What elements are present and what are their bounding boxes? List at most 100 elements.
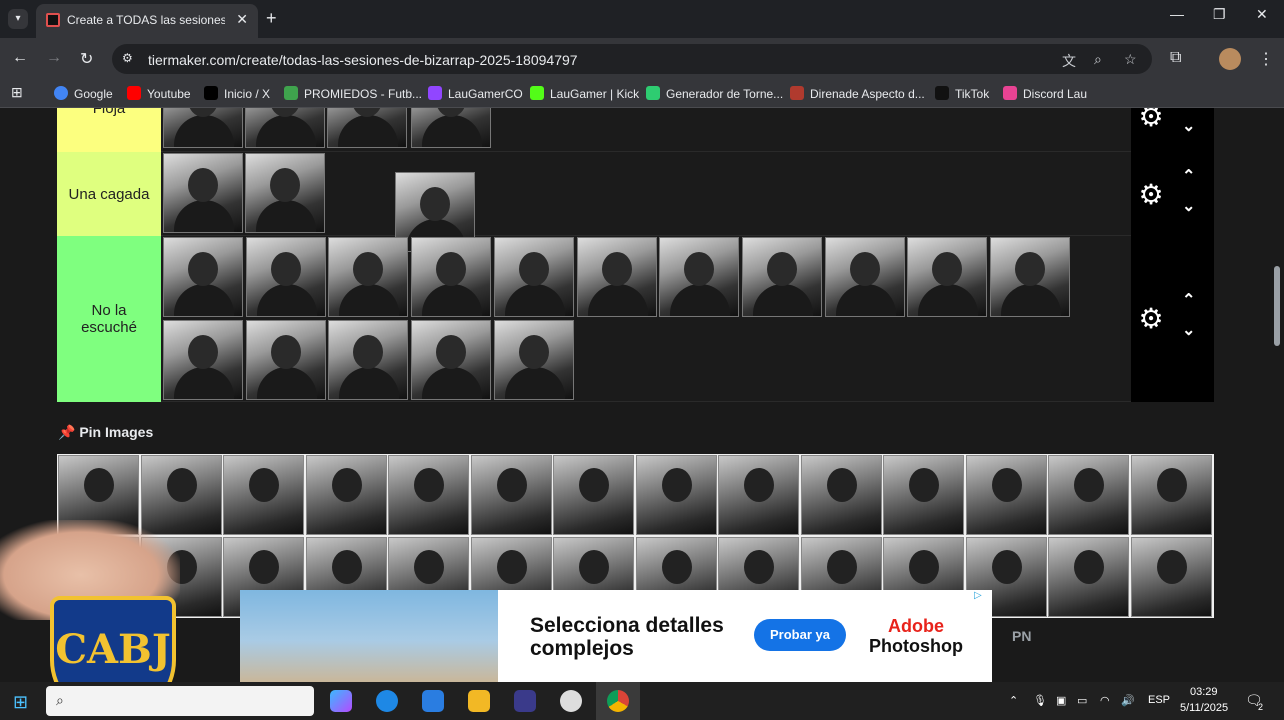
address-bar[interactable]: ⚙ tiermaker.com/create/todas-las-sesione…: [112, 44, 1152, 74]
language-indicator[interactable]: ESP: [1148, 694, 1170, 706]
tier-move-down-icon[interactable]: ⌄: [1182, 116, 1195, 136]
tier-settings-gear-icon[interactable]: ⚙: [1136, 304, 1166, 334]
tier-image[interactable]: [411, 237, 492, 317]
tier-move-up-icon[interactable]: ⌃: [1182, 290, 1195, 310]
tier-image[interactable]: [411, 320, 492, 400]
tier-image[interactable]: [163, 320, 243, 400]
pin-image[interactable]: [553, 455, 634, 535]
pin-image[interactable]: [1048, 537, 1129, 617]
tier-image[interactable]: [245, 153, 325, 233]
edge-icon[interactable]: [376, 690, 398, 712]
pin-image[interactable]: [635, 455, 717, 535]
tier-image[interactable]: [907, 237, 988, 317]
tier-label-floja[interactable]: Floja: [57, 108, 161, 152]
bookmark-kick[interactable]: LauGamer | Kick: [530, 86, 639, 101]
adchoices-icon[interactable]: ▷: [974, 590, 990, 604]
battery-icon[interactable]: ▭: [1077, 694, 1087, 707]
profile-avatar[interactable]: [1219, 48, 1241, 70]
pin-images-heading: 📌 Pin Images: [58, 424, 154, 440]
reload-icon[interactable]: ↻: [80, 49, 93, 69]
copilot-icon[interactable]: [330, 690, 352, 712]
tier-image[interactable]: [163, 108, 243, 148]
tier-image[interactable]: [245, 108, 325, 148]
tier-image[interactable]: [741, 237, 822, 317]
tier-image[interactable]: [824, 237, 905, 317]
taskbar-search-box[interactable]: ⌕: [46, 686, 314, 716]
obs-icon[interactable]: [560, 690, 582, 712]
back-icon[interactable]: ←: [12, 49, 28, 67]
extensions-icon[interactable]: ⧉: [1170, 49, 1181, 67]
browser-tab[interactable]: Create a TODAS las sesiones de Bizarrap …: [36, 4, 258, 38]
pin-image[interactable]: [718, 455, 799, 535]
zoom-icon[interactable]: ⌕: [1094, 51, 1102, 68]
clock-date[interactable]: 5/11/2025: [1180, 702, 1228, 714]
pin-image[interactable]: [800, 455, 882, 535]
pin-image[interactable]: [388, 455, 469, 535]
bookmark-direnade[interactable]: Direnade Aspecto d...: [790, 86, 925, 101]
chrome-icon: [607, 690, 629, 712]
pin-image[interactable]: [223, 455, 304, 535]
tier-move-down-icon[interactable]: ⌄: [1182, 196, 1195, 216]
bookmark-discord[interactable]: Discord Lau: [1003, 86, 1087, 101]
volume-icon[interactable]: 🔊: [1121, 694, 1135, 707]
tier-image[interactable]: [411, 108, 491, 148]
tier-image[interactable]: [245, 320, 326, 400]
tab-close-icon[interactable]: ✕: [236, 11, 248, 28]
tier-image[interactable]: [493, 320, 574, 400]
tier-image[interactable]: [576, 237, 657, 317]
tab-search-button[interactable]: ▾: [8, 9, 28, 29]
pin-image[interactable]: [305, 455, 387, 535]
pin-image[interactable]: [1130, 537, 1212, 617]
tier-image[interactable]: [328, 237, 409, 317]
window-close-icon[interactable]: ✕: [1256, 6, 1268, 23]
pin-image[interactable]: [965, 455, 1047, 535]
menu-icon[interactable]: ⋮: [1258, 49, 1274, 69]
tier-image[interactable]: [163, 237, 243, 317]
tier-image[interactable]: [328, 320, 409, 400]
wifi-icon[interactable]: ◠: [1100, 694, 1110, 707]
tier-label-una-cagada[interactable]: Una cagada: [57, 152, 161, 236]
tier-image[interactable]: [990, 237, 1070, 317]
bookmark-youtube[interactable]: Youtube: [127, 86, 191, 101]
bookmark-x[interactable]: Inicio / X: [204, 86, 270, 101]
file-explorer-icon[interactable]: [468, 690, 490, 712]
clock-time[interactable]: 03:29: [1190, 686, 1218, 698]
page-scrollbar-thumb[interactable]: [1274, 266, 1280, 346]
windows-start-icon[interactable]: ⊞: [13, 692, 28, 713]
pin-image[interactable]: [883, 455, 964, 535]
tier-image[interactable]: [163, 153, 243, 233]
bookmark-star-icon[interactable]: ☆: [1124, 51, 1137, 68]
tray-chevron-icon[interactable]: ⌃: [1009, 694, 1018, 707]
outlook-icon[interactable]: [422, 690, 444, 712]
tier-label-no-la-escuche[interactable]: No la escuché: [57, 236, 161, 402]
microphone-icon[interactable]: 🎙: [1033, 694, 1047, 707]
bookmark-tiktok[interactable]: TikTok: [935, 86, 989, 101]
tier-settings-gear-icon[interactable]: ⚙: [1136, 108, 1166, 132]
apps-grid-icon[interactable]: ⊞: [11, 84, 23, 101]
bookmark-google[interactable]: Google: [54, 86, 113, 101]
tier-settings-gear-icon[interactable]: ⚙: [1136, 180, 1166, 210]
ad-banner[interactable]: Selecciona detalles complejos Probar ya …: [240, 590, 992, 682]
tier-move-down-icon[interactable]: ⌄: [1182, 320, 1195, 340]
site-info-icon[interactable]: ⚙: [122, 51, 136, 65]
restore-icon[interactable]: ❐: [1213, 6, 1226, 23]
app-icon[interactable]: [514, 690, 536, 712]
forward-icon[interactable]: →: [46, 49, 62, 67]
pin-image[interactable]: [1048, 455, 1129, 535]
tier-image[interactable]: [493, 237, 574, 317]
chrome-taskbar-button[interactable]: [596, 682, 640, 720]
bookmark-generador[interactable]: Generador de Torne...: [646, 86, 783, 101]
minimize-icon[interactable]: —: [1170, 6, 1184, 22]
meet-icon[interactable]: ▣: [1056, 694, 1066, 707]
new-tab-button[interactable]: +: [266, 8, 277, 29]
translate-icon[interactable]: 文: [1062, 51, 1076, 71]
ad-cta-button[interactable]: Probar ya: [754, 619, 846, 651]
tier-image[interactable]: [327, 108, 407, 148]
bookmark-promiedos[interactable]: PROMIEDOS - Futb...: [284, 86, 422, 101]
tier-image[interactable]: [659, 237, 740, 317]
tier-move-up-icon[interactable]: ⌃: [1182, 166, 1195, 186]
pin-image[interactable]: [1130, 455, 1212, 535]
pin-image[interactable]: [470, 455, 552, 535]
tier-image[interactable]: [245, 237, 326, 317]
bookmark-twitch[interactable]: LauGamerCO: [428, 86, 523, 101]
